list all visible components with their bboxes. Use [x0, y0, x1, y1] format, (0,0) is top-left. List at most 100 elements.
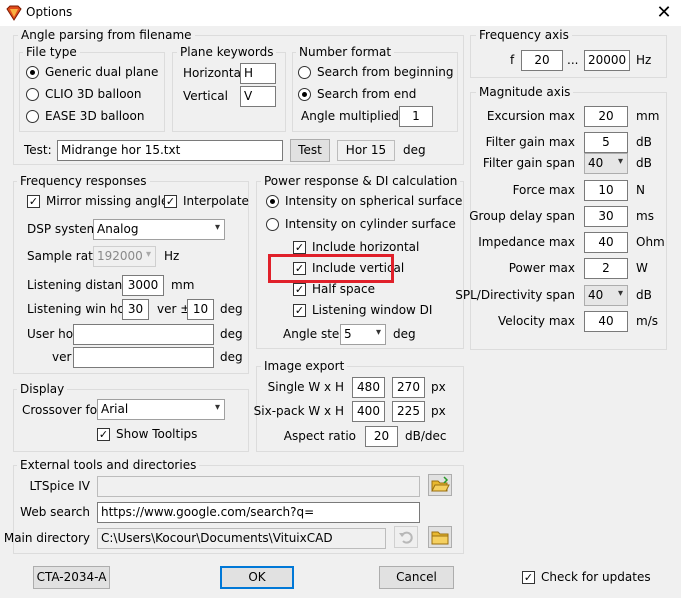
test-unit: deg [403, 143, 426, 157]
sample-rate-label: Sample rate [27, 249, 101, 263]
spherical-surface-radio[interactable] [266, 195, 279, 208]
filter-gain-span-label: Filter gain span [482, 156, 575, 170]
title-bar [0, 0, 681, 26]
user-ver-unit: deg [220, 350, 243, 364]
excursion-max-input[interactable]: 20 [584, 106, 628, 127]
freq-f-label: f [510, 53, 515, 67]
cancel-button[interactable]: Cancel [379, 566, 454, 589]
single-width-input[interactable]: 480 [352, 377, 385, 398]
number-format-radio-end[interactable] [298, 88, 311, 101]
filter-gain-max-input[interactable]: 5 [584, 132, 628, 153]
chevron-down-icon: ▾ [145, 249, 151, 260]
angle-step-dropdown[interactable]: 5 ▾ [340, 324, 386, 345]
main-directory-input[interactable]: C:\Users\Kocour\Documents\VituixCAD [97, 528, 386, 549]
velocity-max-label: Velocity max [497, 314, 575, 328]
number-format-label-end: Search from end [317, 87, 417, 101]
user-hor-label: User hor [27, 327, 79, 341]
show-tooltips-checkbox[interactable]: ✓ [97, 428, 110, 441]
ok-button[interactable]: OK [220, 566, 294, 589]
power-response-legend: Power response & DI calculation [261, 174, 461, 188]
listening-win-unit: deg [220, 302, 243, 316]
freq-min-input[interactable]: 20 [521, 50, 563, 71]
frequency-axis-legend: Frequency axis [476, 28, 572, 42]
aspect-ratio-unit: dB/dec [405, 429, 447, 443]
freq-unit: Hz [636, 53, 652, 67]
six-pack-height-input[interactable]: 225 [392, 401, 425, 422]
cylinder-surface-radio[interactable] [266, 218, 279, 231]
chevron-down-icon: ▾ [375, 327, 381, 338]
dsp-system-value: Analog [97, 222, 139, 236]
user-ver-input[interactable] [73, 347, 214, 368]
freq-max-input[interactable]: 20000 [584, 50, 630, 71]
group-delay-span-label: Group delay span [469, 209, 575, 223]
horizontal-keyword-input[interactable]: H [240, 63, 276, 84]
close-icon[interactable]: ✕ [650, 2, 678, 24]
test-button[interactable]: Test [290, 139, 330, 162]
web-search-label: Web search [20, 505, 90, 519]
angle-parsing-legend: Angle parsing from filename [18, 28, 195, 42]
listening-win-ver-input[interactable]: 10 [187, 299, 214, 320]
crossover-font-dropdown[interactable]: Arial ▾ [97, 399, 225, 420]
impedance-max-input[interactable]: 40 [584, 232, 628, 253]
listening-distance-label: Listening distance [27, 278, 137, 292]
frequency-responses-legend: Frequency responses [17, 174, 150, 188]
filter-gain-span-dropdown[interactable]: 40 ▾ [584, 153, 628, 174]
listening-win-ver-label: ver ± [157, 302, 191, 316]
crossover-font-value: Arial [101, 402, 129, 416]
group-delay-span-input[interactable]: 30 [584, 206, 628, 227]
file-type-radio-clio[interactable] [26, 88, 39, 101]
user-hor-input[interactable] [73, 324, 214, 345]
main-directory-browse-button[interactable] [428, 526, 452, 548]
vertical-keyword-input[interactable]: V [240, 86, 276, 107]
include-horizontal-label: Include horizontal [312, 240, 420, 254]
window-title: Options [26, 5, 73, 19]
undo-icon [399, 531, 413, 544]
cta-2034-a-button[interactable]: CTA-2034-A [33, 566, 110, 589]
impedance-max-unit: Ohm [636, 235, 665, 249]
listening-win-hor-input[interactable]: 30 [122, 299, 149, 320]
power-max-input[interactable]: 2 [584, 258, 628, 279]
single-height-input[interactable]: 270 [392, 377, 425, 398]
aspect-ratio-input[interactable]: 20 [365, 426, 398, 447]
listening-window-di-checkbox[interactable]: ✓ [293, 304, 306, 317]
angle-step-unit: deg [393, 327, 416, 341]
dsp-system-dropdown[interactable]: Analog ▾ [93, 219, 225, 240]
half-space-label: Half space [312, 282, 375, 296]
force-max-input[interactable]: 10 [584, 180, 628, 201]
ltspice-browse-button[interactable] [428, 474, 452, 496]
ltspice-input[interactable] [97, 476, 420, 497]
listening-distance-input[interactable]: 3000 [122, 275, 164, 296]
web-search-input[interactable]: https://www.google.com/search?q= [97, 502, 420, 523]
half-space-checkbox[interactable]: ✓ [293, 283, 306, 296]
six-pack-size-unit: px [431, 404, 446, 418]
cylinder-surface-label: Intensity on cylinder surface [285, 217, 456, 231]
spl-directivity-span-unit: dB [636, 288, 652, 302]
spl-directivity-span-dropdown[interactable]: 40 ▾ [584, 285, 628, 306]
plane-keywords-legend: Plane keywords [177, 45, 277, 59]
highlight-box [268, 254, 394, 283]
filter-gain-max-unit: dB [636, 135, 652, 149]
number-format-radio-beginning[interactable] [298, 66, 311, 79]
six-pack-width-input[interactable]: 400 [352, 401, 385, 422]
mirror-missing-checkbox[interactable]: ✓ [27, 195, 40, 208]
velocity-max-input[interactable]: 40 [584, 311, 628, 332]
test-filename-input[interactable]: Midrange hor 15.txt [57, 140, 283, 161]
test-result: Hor 15 [337, 140, 395, 161]
app-icon [6, 5, 22, 21]
listening-distance-unit: mm [171, 278, 195, 292]
ltspice-label: LTSpice IV [29, 479, 90, 493]
include-horizontal-checkbox[interactable]: ✓ [293, 241, 306, 254]
file-type-radio-generic[interactable] [26, 66, 39, 79]
angle-step-label: Angle step [283, 327, 347, 341]
angle-step-value: 5 [344, 327, 352, 341]
angle-multiplier-input[interactable]: 1 [399, 106, 433, 127]
interpolate-checkbox[interactable]: ✓ [164, 195, 177, 208]
mirror-missing-label: Mirror missing angles [46, 194, 175, 208]
file-type-radio-ease[interactable] [26, 110, 39, 123]
check-updates-checkbox[interactable]: ✓ [522, 571, 535, 584]
check-updates-label: Check for updates [541, 570, 651, 584]
folder-open-icon [431, 476, 450, 492]
file-type-label-ease: EASE 3D balloon [45, 109, 145, 123]
external-tools-legend: External tools and directories [17, 458, 200, 472]
main-directory-reset-button [394, 526, 418, 548]
